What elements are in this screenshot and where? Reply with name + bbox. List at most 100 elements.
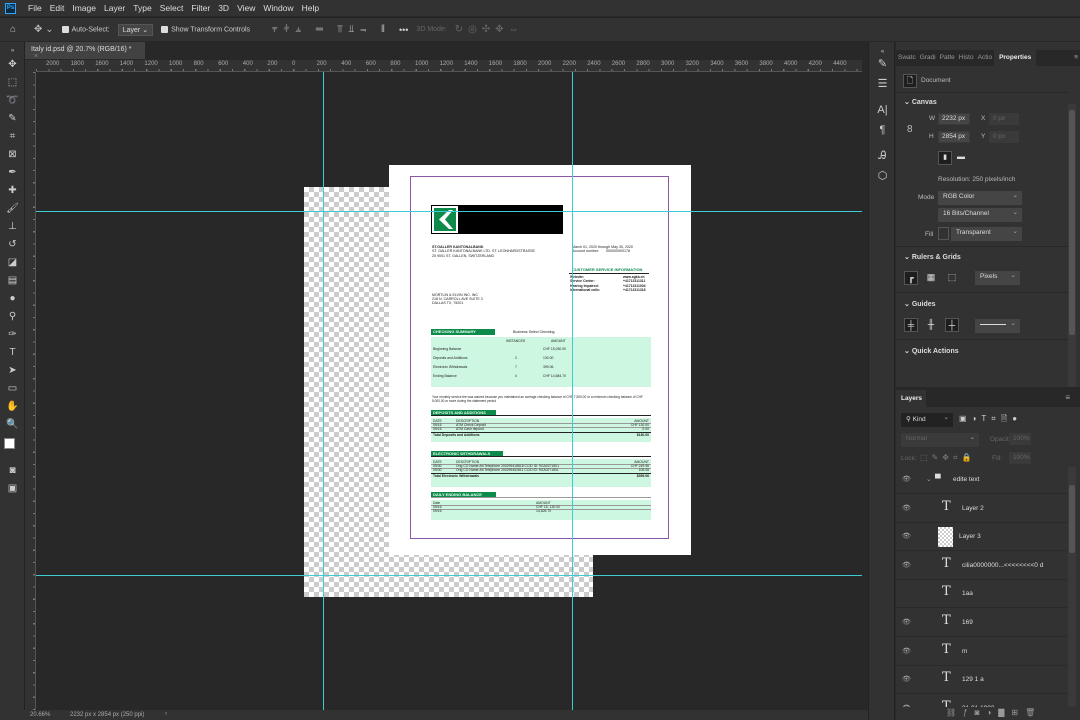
marquee-tool-icon[interactable]: ⬚ — [0, 74, 25, 92]
layers-footer-icons[interactable]: ⛓ƒ◙◑▇⊞🗑 — [946, 708, 1042, 717]
home-icon[interactable]: ⌂ — [10, 24, 16, 35]
rectangle-tool-icon[interactable]: ▭ — [0, 380, 25, 398]
more-options-button[interactable]: ••• — [399, 25, 408, 35]
quick-actions-section-toggle[interactable]: ⌄ Quick Actions — [904, 347, 959, 355]
visibility-eye-icon[interactable]: 👁 — [902, 647, 911, 655]
move-tool-icon[interactable]: ✥ ⌄ — [34, 24, 54, 35]
tab-properties[interactable]: Properties — [994, 50, 1037, 66]
ruler-toggle-icon[interactable]: ┏ — [904, 271, 918, 285]
3d-panel-icon[interactable]: ⬡ — [869, 166, 896, 186]
ruler-units-dropdown[interactable]: Pixels — [975, 271, 1020, 285]
layer-row[interactable]: 👁 T Layer 2 — [896, 495, 1068, 523]
layer-row[interactable]: 👁 ⌄ ▀ edite text — [896, 467, 1068, 494]
menu-image[interactable]: Image — [68, 3, 100, 13]
guide-vertical[interactable] — [572, 72, 573, 710]
visibility-eye-icon[interactable]: 👁 — [902, 504, 911, 512]
eyedropper-tool-icon[interactable]: ✒ — [0, 164, 25, 182]
x-field[interactable]: 0 px — [989, 113, 1019, 125]
auto-select-checkbox[interactable]: Auto-Select: — [61, 25, 110, 33]
brush-tool-icon[interactable]: 🖌 — [0, 200, 25, 218]
menu-filter[interactable]: Filter — [187, 3, 214, 13]
layer-row[interactable]: 👁 Tcilia0000000...<<<<<<<<0 d — [896, 552, 1068, 580]
group-chevron-icon[interactable]: ⌄ — [926, 475, 931, 483]
tab-swatches[interactable]: Swatc — [896, 50, 918, 66]
lasso-tool-icon[interactable]: ➰ — [0, 92, 25, 110]
align-icons[interactable]: ⫧⫩⫨ ═ — [272, 24, 329, 35]
path-select-icon[interactable]: ➤ — [0, 362, 25, 380]
tab-gradients[interactable]: Gradi — [918, 50, 938, 66]
canvas-section-toggle[interactable]: ⌄ Canvas — [904, 98, 937, 106]
status-arrow-icon[interactable]: › — [165, 711, 167, 717]
panel-menu-icon[interactable]: ≡ — [1072, 50, 1080, 66]
visibility-eye-icon[interactable]: 👁 — [902, 475, 911, 483]
guide-style-dropdown[interactable] — [975, 319, 1020, 333]
blur-tool-icon[interactable]: ● — [0, 290, 25, 308]
distribute-icons[interactable]: ⫪⫫⫬ ‖ — [337, 24, 391, 35]
visibility-eye-icon[interactable]: 👁 — [902, 532, 911, 540]
visibility-eye-icon[interactable]: 👁 — [902, 618, 911, 626]
layer-row[interactable]: 👁 T 129 1 a — [896, 666, 1068, 695]
menu-type[interactable]: Type — [129, 3, 155, 13]
tab-layers[interactable]: Layers — [896, 390, 926, 407]
horizontal-ruler[interactable]: 2000 1800 1600 1400 1200 1000 800 600 400 200 0 200… — [36, 60, 862, 72]
menu-file[interactable]: File — [24, 3, 46, 13]
blend-mode-dropdown[interactable]: Normal — [901, 433, 979, 447]
layers-menu-icon[interactable]: ≡ — [1065, 393, 1070, 402]
layers-scrollbar[interactable] — [1068, 467, 1076, 707]
hand-tool-icon[interactable]: ✋ — [0, 398, 25, 416]
gradient-tool-icon[interactable]: ▤ — [0, 272, 25, 290]
collapse-icon[interactable]: « — [869, 42, 896, 55]
clone-stamp-icon[interactable]: ⊥ — [0, 218, 25, 236]
healing-brush-icon[interactable]: ✚ — [0, 182, 25, 200]
quick-mask-icon[interactable]: ◙ — [0, 462, 25, 480]
pixel-grid-icon[interactable]: ⬚ — [945, 271, 959, 285]
lock-icons[interactable]: ⬚✎✥⌗🔒 — [920, 453, 975, 463]
bit-depth-dropdown[interactable]: 16 Bits/Channel — [938, 208, 1022, 222]
height-field[interactable]: 2854 px — [938, 131, 970, 143]
guide-horizontal[interactable] — [36, 211, 862, 212]
paragraph-panel-icon[interactable]: ¶ — [869, 120, 896, 140]
history-brush-icon[interactable]: ↺ — [0, 236, 25, 254]
layer-row[interactable]: 👁 Layer 3 — [896, 523, 1068, 552]
screen-mode-icon[interactable]: ▣ — [0, 480, 25, 498]
layer-filter-dropdown[interactable]: ⚲ Kind — [901, 413, 953, 427]
tab-actions[interactable]: Actio — [976, 50, 994, 66]
collapse-icon[interactable]: » — [0, 42, 25, 56]
layer-row[interactable]: T 1aa — [896, 580, 1068, 609]
y-field[interactable]: 0 px — [989, 131, 1019, 143]
color-swatches[interactable] — [0, 434, 25, 462]
menu-select[interactable]: Select — [156, 3, 188, 13]
menu-help[interactable]: Help — [298, 3, 323, 13]
zoom-tool-icon[interactable]: 🔍 — [0, 416, 25, 434]
brush-settings-icon[interactable]: ✎ — [869, 54, 896, 74]
landscape-orientation-icon[interactable]: ▬ — [954, 151, 968, 165]
crop-tool-icon[interactable]: ⌗ — [0, 128, 25, 146]
menu-view[interactable]: View — [233, 3, 259, 13]
visibility-eye-icon[interactable]: 👁 — [902, 704, 911, 707]
tab-patterns[interactable]: Patte — [938, 50, 957, 66]
portrait-orientation-icon[interactable]: ▮ — [938, 151, 952, 165]
grid-toggle-icon[interactable]: ▦ — [924, 271, 938, 285]
guides-section-toggle[interactable]: ⌄ Guides — [904, 300, 936, 308]
character-panel-icon[interactable]: A| — [869, 100, 896, 120]
visibility-eye-icon[interactable]: 👁 — [902, 561, 911, 569]
visibility-eye-icon[interactable]: 👁 — [902, 675, 911, 683]
rulers-grids-section-toggle[interactable]: ⌄ Rulers & Grids — [904, 253, 961, 261]
glyphs-icon[interactable]: Ꭿ — [869, 146, 896, 166]
link-dimensions-icon[interactable]: 8 — [907, 124, 913, 135]
fill-dropdown[interactable]: Transparent — [951, 227, 1022, 241]
tab-history[interactable]: Histo — [957, 50, 976, 66]
opacity-field[interactable]: 100% — [1009, 433, 1031, 445]
close-tab-icon[interactable]: × — [34, 53, 38, 60]
menu-layer[interactable]: Layer — [100, 3, 129, 13]
pen-tool-icon[interactable]: ✑ — [0, 326, 25, 344]
dodge-tool-icon[interactable]: ⚲ — [0, 308, 25, 326]
guide-vertical[interactable] — [323, 72, 324, 710]
auto-select-target-dropdown[interactable]: Layer ⌄ — [117, 23, 154, 36]
move-tool-icon[interactable]: ✥ — [0, 56, 25, 74]
frame-tool-icon[interactable]: ⊠ — [0, 146, 25, 164]
adjustments-icon[interactable]: ☰ — [869, 74, 896, 94]
document-tab[interactable]: Italy id.psd @ 20.7% (RGB/16) * × — [25, 42, 145, 60]
layer-filter-icons[interactable]: ▣◑T⌗🗎● — [959, 413, 1022, 427]
layer-row[interactable]: 👁 T 169 — [896, 609, 1068, 637]
